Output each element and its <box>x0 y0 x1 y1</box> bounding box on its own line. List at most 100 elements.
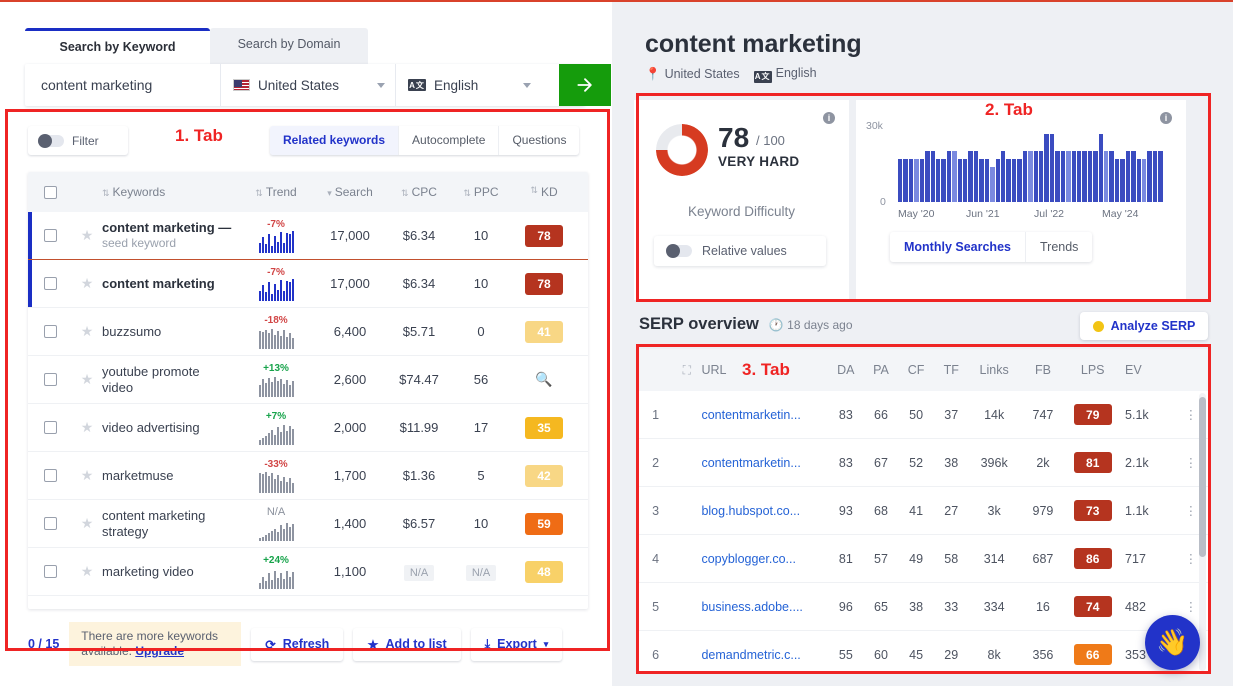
row-checkbox[interactable] <box>43 373 57 386</box>
table-row[interactable]: ★ youtube promote video +13% 2,600 $74.47 56 🔍 <box>28 356 588 404</box>
serp-tf: 58 <box>944 551 959 566</box>
keyword-cell[interactable]: marketmuse <box>102 468 238 484</box>
export-button[interactable]: ⤓ Export ▾ <box>470 627 563 661</box>
search-submit-button[interactable] <box>559 64 611 106</box>
table-row[interactable]: ★ marketmuse -33% 1,700 $1.36 5 42 <box>28 452 588 500</box>
search-icon[interactable]: 🔍 <box>535 371 552 388</box>
row-checkbox[interactable] <box>43 277 57 290</box>
col-trend[interactable]: ⇅ Trend <box>238 185 314 199</box>
filter-switch[interactable] <box>38 133 64 148</box>
ppc-value: 10 <box>473 275 489 291</box>
serp-ev: 1.1k <box>1125 503 1149 518</box>
tab-questions[interactable]: Questions <box>499 126 579 155</box>
table-row[interactable]: ★ content marketing — seed keyword -7% 17,00… <box>28 212 588 260</box>
trend-percent: +24% <box>263 554 289 566</box>
keyword-cell[interactable]: buzzsumo <box>102 324 238 340</box>
tab-search-by-keyword[interactable]: Search by Keyword <box>25 28 210 64</box>
info-icon[interactable]: i <box>1160 112 1172 124</box>
row-checkbox[interactable] <box>43 565 57 578</box>
tab-monthly-searches[interactable]: Monthly Searches <box>890 232 1026 262</box>
favorite-star-icon[interactable]: ★ <box>81 563 94 580</box>
table-row[interactable]: ★ marketing video +24% 1,100 N/A N/A 48 <box>28 548 588 596</box>
tab-autocomplete[interactable]: Autocomplete <box>399 126 500 155</box>
x-tick-0: May '20 <box>898 208 935 220</box>
table-row[interactable]: 1 contentmarketin... 83 66 50 37 14k 747 79 5.1k ⋮ <box>639 391 1209 439</box>
kd-badge: 78 <box>525 272 563 295</box>
keyword-cell[interactable]: content marketing <box>102 276 238 292</box>
chat-widget-button[interactable]: 👋 <box>1145 615 1200 670</box>
chart-bar <box>1109 151 1114 202</box>
keyword-cell[interactable]: content marketing — seed keyword <box>102 220 238 251</box>
serp-table: ⛶ URL DA PA CF TF Links FB LPS EV 1 conte… <box>639 349 1209 674</box>
country-selector[interactable]: United States <box>220 64 395 106</box>
serp-url[interactable]: business.adobe.... <box>701 600 828 614</box>
language-selector[interactable]: A文 English <box>395 64 541 106</box>
favorite-star-icon[interactable]: ★ <box>81 371 94 388</box>
col-search[interactable]: ▾ Search <box>314 185 386 199</box>
keyword-cell[interactable]: video advertising <box>102 420 238 436</box>
trend-sparkline <box>238 423 314 445</box>
table-row[interactable]: 6demandmetric.c...556045298k35666353⋮ <box>639 631 1209 674</box>
keyword-name: marketmuse <box>102 467 174 483</box>
serp-url[interactable]: contentmarketin... <box>701 408 828 422</box>
col-kd[interactable]: ⇅ KD <box>510 185 578 199</box>
serp-url[interactable]: demandmetric.c... <box>701 648 828 662</box>
table-row[interactable]: ★ content marketing strategy N/A 1,400 $6.57 1… <box>28 500 588 548</box>
serp-url[interactable]: contentmarketin... <box>701 456 828 470</box>
col-pa[interactable]: PA <box>863 363 898 377</box>
keyword-input[interactable]: content marketing <box>41 64 152 106</box>
col-ppc[interactable]: ⇅ PPC <box>452 185 510 199</box>
table-row[interactable]: 5 business.adobe.... 96 65 38 33 334 16 74 482 ⋮ <box>639 583 1209 631</box>
relative-values-switch[interactable] <box>666 244 692 258</box>
col-links[interactable]: Links <box>969 363 1020 377</box>
row-checkbox[interactable] <box>43 325 57 338</box>
table-row[interactable]: 3 blog.hubspot.co... 93 68 41 27 3k 979 73 1.1k ⋮ <box>639 487 1209 535</box>
favorite-star-icon[interactable]: ★ <box>81 275 94 292</box>
table-row[interactable]: ★ buzzsumo -18% 6,400 $5.71 0 41 <box>28 308 588 356</box>
favorite-star-icon[interactable]: ★ <box>81 227 94 244</box>
tab-related-keywords[interactable]: Related keywords <box>270 126 400 155</box>
tab-search-by-domain[interactable]: Search by Domain <box>210 28 368 64</box>
table-row[interactable]: 2 contentmarketin... 83 67 52 38 396k 2k 81 2.1k ⋮ <box>639 439 1209 487</box>
col-keywords[interactable]: ⇅ Keywords <box>102 185 238 199</box>
upgrade-link[interactable]: Upgrade <box>135 644 184 658</box>
col-fb[interactable]: FB <box>1020 363 1067 377</box>
add-to-list-button[interactable]: ★ Add to list <box>353 627 461 661</box>
col-da[interactable]: DA <box>828 363 863 377</box>
serp-scrollbar-thumb[interactable] <box>1199 397 1206 557</box>
analyze-serp-button[interactable]: Analyze SERP <box>1080 312 1208 340</box>
row-checkbox[interactable] <box>43 421 57 434</box>
favorite-star-icon[interactable]: ★ <box>81 323 94 340</box>
keyword-cell[interactable]: youtube promote video <box>102 364 238 396</box>
info-icon[interactable]: i <box>823 112 835 124</box>
relative-values-toggle[interactable]: Relative values <box>654 236 826 266</box>
table-row[interactable]: ★ content marketing -7% 17,000 $6.34 10 78 <box>28 260 588 308</box>
tab-trends[interactable]: Trends <box>1026 232 1092 262</box>
keyword-cell[interactable]: content marketing strategy <box>102 508 238 540</box>
expand-icon[interactable]: ⛶ <box>672 363 701 378</box>
serp-da: 55 <box>838 647 853 662</box>
cpc-value: $74.47 <box>399 371 439 387</box>
keyword-explorer-panel: Search by Keyword Search by Domain conte… <box>0 2 611 686</box>
keyword-cell[interactable]: marketing video <box>102 564 238 580</box>
col-lps[interactable]: LPS <box>1066 363 1119 377</box>
row-checkbox[interactable] <box>43 469 57 482</box>
col-cpc[interactable]: ⇅ CPC <box>386 185 452 199</box>
table-row[interactable]: ★ video advertising +7% 2,000 $11.99 17 35 <box>28 404 588 452</box>
table-row[interactable]: 4 copyblogger.co... 81 57 49 58 314 687 86 717 ⋮ <box>639 535 1209 583</box>
row-checkbox[interactable] <box>43 517 57 530</box>
serp-url[interactable]: copyblogger.co... <box>701 552 828 566</box>
col-tf[interactable]: TF <box>934 363 969 377</box>
col-cf[interactable]: CF <box>899 363 934 377</box>
row-checkbox[interactable] <box>43 229 57 242</box>
favorite-star-icon[interactable]: ★ <box>81 515 94 532</box>
trend-percent: -7% <box>267 266 285 278</box>
chart-bar <box>1120 158 1125 202</box>
filter-toggle-button[interactable]: Filter <box>28 126 128 155</box>
serp-url[interactable]: blog.hubspot.co... <box>701 504 828 518</box>
favorite-star-icon[interactable]: ★ <box>81 467 94 484</box>
refresh-button[interactable]: ⟳ Refresh <box>251 627 344 661</box>
favorite-star-icon[interactable]: ★ <box>81 419 94 436</box>
col-ev[interactable]: EV <box>1119 363 1174 377</box>
select-all-checkbox[interactable] <box>43 185 57 199</box>
